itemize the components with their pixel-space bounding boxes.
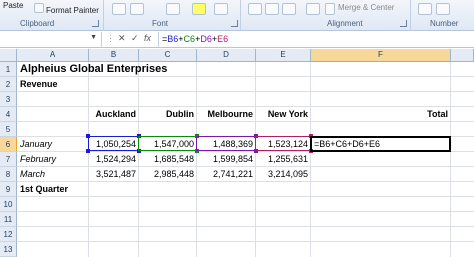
- cell-f8[interactable]: [311, 167, 451, 182]
- active-cell-border: [310, 136, 451, 152]
- column-header-c[interactable]: C: [139, 49, 197, 62]
- ref-outline-d6: [196, 134, 258, 153]
- font-launcher-icon[interactable]: [231, 20, 238, 27]
- sheet-title[interactable]: Alpheius Global Enterprises: [17, 62, 167, 77]
- cell-f7[interactable]: [311, 152, 451, 167]
- name-box[interactable]: ▼: [0, 32, 102, 47]
- align-center-icon[interactable]: [265, 3, 279, 15]
- column-header-b[interactable]: B: [89, 49, 139, 62]
- column-header-next[interactable]: [451, 49, 474, 62]
- merge-center-icon: [325, 3, 335, 15]
- align-left-icon[interactable]: [248, 3, 262, 15]
- row-header-9[interactable]: 9: [0, 182, 17, 197]
- row-header-13[interactable]: 13: [0, 242, 17, 257]
- align-right-icon[interactable]: [282, 3, 296, 15]
- ref-handle[interactable]: [86, 134, 90, 138]
- group-label-alignment: Alignment: [327, 19, 363, 28]
- ribbon: Paste Format Painter Clipboard Font Merg…: [0, 0, 474, 31]
- row-header-5[interactable]: 5: [0, 122, 17, 137]
- gridline: [17, 196, 474, 197]
- alignment-launcher-icon[interactable]: [400, 20, 407, 27]
- cell-c7[interactable]: 1,685,548: [139, 152, 197, 167]
- column-header-a[interactable]: A: [17, 49, 89, 62]
- ref-outline-e6: [255, 134, 313, 153]
- row-header-4[interactable]: 4: [0, 107, 17, 122]
- ribbon-separator: [240, 0, 241, 31]
- gridline: [17, 211, 474, 212]
- ref-handle[interactable]: [86, 149, 90, 153]
- row-header-11[interactable]: 11: [0, 212, 17, 227]
- formula-ref-d6: D6: [200, 34, 212, 44]
- font-color-icon[interactable]: [214, 3, 228, 15]
- column-header-d[interactable]: D: [197, 49, 256, 62]
- row-header-12[interactable]: 12: [0, 227, 17, 242]
- cancel-icon[interactable]: ✕: [118, 33, 126, 44]
- name-box-dropdown-icon[interactable]: ▼: [90, 34, 97, 41]
- cell-d7[interactable]: 1,599,854: [197, 152, 256, 167]
- formula-ref-b6: B6: [167, 34, 179, 44]
- header-auckland[interactable]: Auckland: [89, 107, 139, 122]
- percent-icon[interactable]: [436, 3, 450, 15]
- formula-buttons: ⋮ ✕ ✓ fx: [103, 33, 157, 47]
- row-header-10[interactable]: 10: [0, 197, 17, 212]
- row-header-2[interactable]: 2: [0, 77, 17, 92]
- gridline: [17, 226, 474, 227]
- formula-ref-c6: C6: [183, 34, 196, 44]
- clipboard-launcher-icon[interactable]: [92, 20, 99, 27]
- sheet-subtitle[interactable]: Revenue: [17, 77, 58, 92]
- currency-icon[interactable]: [418, 3, 432, 15]
- bold-icon[interactable]: [112, 3, 126, 15]
- header-dublin[interactable]: Dublin: [139, 107, 197, 122]
- ref-outline-c6: [138, 134, 199, 153]
- cell-c8[interactable]: 2,985,448: [139, 167, 197, 182]
- indent-icon[interactable]: [306, 3, 320, 15]
- month-label[interactable]: February: [17, 152, 89, 167]
- cell-d8[interactable]: 2,741,221: [197, 167, 256, 182]
- insert-function-icon[interactable]: fx: [144, 33, 151, 43]
- formula-input[interactable]: =B6+C6+D6+E6: [158, 32, 474, 47]
- header-new-york[interactable]: New York: [256, 107, 311, 122]
- paste-button[interactable]: Paste: [3, 1, 23, 10]
- row-header-7[interactable]: 7: [0, 152, 17, 167]
- gridline: [17, 241, 474, 242]
- formula-bar: ▼ ⋮ ✕ ✓ fx =B6+C6+D6+E6: [0, 31, 474, 48]
- group-label-font: Font: [152, 19, 169, 28]
- month-label[interactable]: March: [17, 167, 89, 182]
- column-header-e[interactable]: E: [256, 49, 311, 62]
- enter-icon[interactable]: ✓: [131, 33, 139, 44]
- row-header-3[interactable]: 3: [0, 92, 17, 107]
- ribbon-separator: [410, 0, 411, 31]
- ref-outline-b6: [86, 134, 141, 153]
- borders-icon[interactable]: [166, 3, 180, 15]
- column-header-f[interactable]: F: [311, 49, 451, 62]
- select-all-corner[interactable]: [0, 49, 17, 62]
- ribbon-separator: [103, 0, 104, 31]
- merge-center-button[interactable]: Merge & Center: [338, 3, 394, 12]
- gridline: [17, 91, 474, 92]
- group-label-clipboard: Clipboard: [20, 19, 55, 28]
- worksheet-grid[interactable]: A B C D E F 1 2 3 4 5 6 7 8 9 10 11 12 1…: [0, 49, 474, 257]
- row-header-8[interactable]: 8: [0, 167, 17, 182]
- row-header-6[interactable]: 6: [0, 137, 17, 152]
- italic-icon[interactable]: [130, 3, 144, 15]
- cell-e8[interactable]: 3,214,095: [256, 167, 311, 182]
- header-melbourne[interactable]: Melbourne: [197, 107, 256, 122]
- cell-e7[interactable]: 1,255,631: [256, 152, 311, 167]
- drag-handle-icon[interactable]: ⋮: [106, 33, 115, 44]
- group-label-number: Number: [430, 19, 459, 28]
- header-total[interactable]: Total: [311, 107, 451, 122]
- cell-b8[interactable]: 3,521,487: [89, 167, 139, 182]
- format-painter-icon: [34, 3, 44, 13]
- formula-ref-e6: E6: [217, 34, 229, 44]
- row-header-1[interactable]: 1: [0, 62, 17, 77]
- cell-b7[interactable]: 1,524,294: [89, 152, 139, 167]
- month-label[interactable]: January: [17, 137, 89, 152]
- fill-color-icon[interactable]: [192, 3, 206, 15]
- quarter-label[interactable]: 1st Quarter: [17, 182, 68, 197]
- format-painter-button[interactable]: Format Painter: [46, 6, 99, 15]
